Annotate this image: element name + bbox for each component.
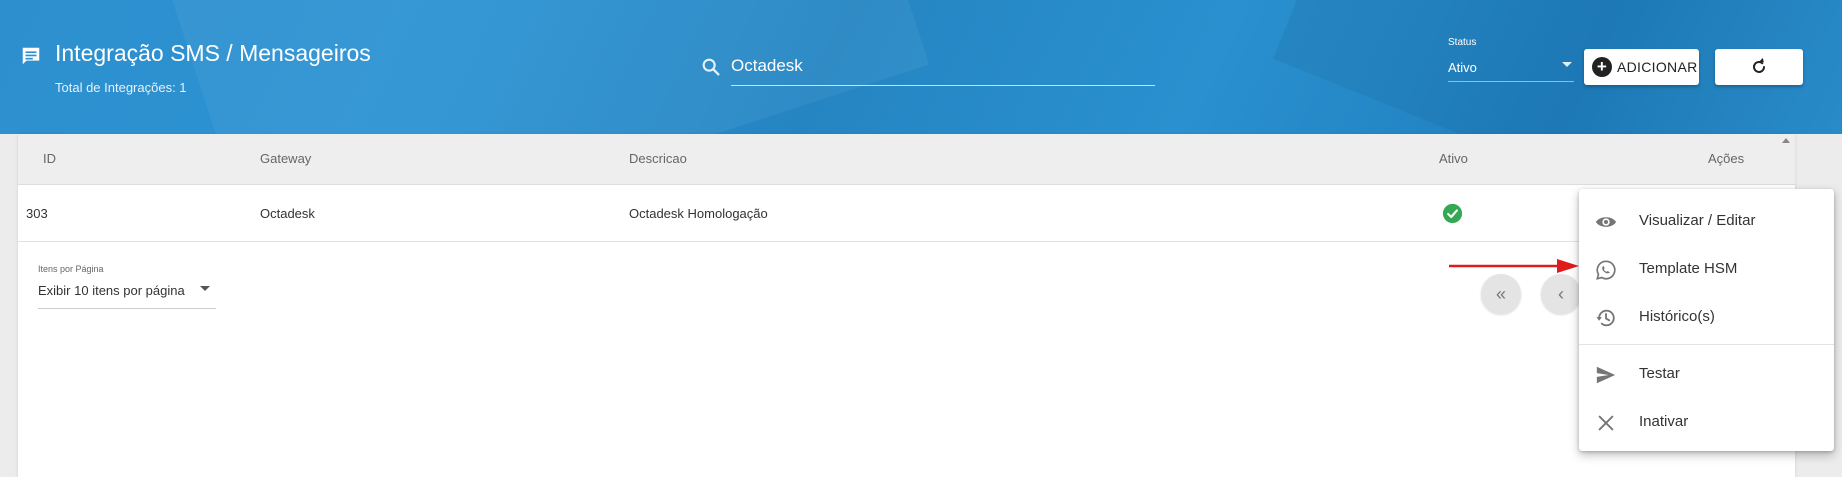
cell-gateway: Octadesk (260, 206, 315, 221)
red-arrow-annotation (1449, 259, 1579, 273)
column-header-gateway[interactable]: Gateway (260, 151, 311, 166)
eye-icon (1595, 217, 1617, 227)
menu-item-label: Visualizar / Editar (1639, 212, 1756, 229)
column-header-ativo[interactable]: Ativo (1439, 151, 1468, 166)
send-icon (1596, 366, 1616, 384)
cell-id: 303 (26, 206, 48, 221)
items-per-page-select[interactable]: Itens por Página Exibir 10 itens por pág… (38, 264, 216, 309)
menu-item-test[interactable]: Testar (1579, 351, 1834, 399)
table-row[interactable]: 303 Octadesk Octadesk Homologação (18, 185, 1795, 242)
first-page-button[interactable]: « (1481, 274, 1521, 314)
chevron-left-icon: ‹ (1558, 283, 1564, 304)
double-chevron-left-icon: « (1495, 283, 1506, 304)
table-header: ID Gateway Descricao Ativo Ações (18, 134, 1795, 185)
scroll-up-arrow[interactable] (1782, 138, 1790, 143)
status-select[interactable]: Status Ativo (1448, 37, 1574, 82)
add-button[interactable]: + ADICIONAR (1584, 49, 1699, 85)
menu-item-history[interactable]: Histórico(s) (1579, 294, 1834, 342)
integrations-card: ID Gateway Descricao Ativo Ações 303 Oct… (18, 134, 1795, 477)
chevron-down-icon (200, 286, 210, 291)
column-header-acoes: Ações (1708, 151, 1745, 166)
menu-item-view-edit[interactable]: Visualizar / Editar (1579, 198, 1834, 246)
cell-descricao: Octadesk Homologação (629, 206, 768, 221)
status-value: Ativo (1448, 60, 1477, 75)
history-icon (1596, 309, 1615, 327)
menu-item-label: Testar (1639, 365, 1680, 382)
search-input[interactable] (731, 52, 1155, 86)
column-header-id[interactable]: ID (43, 151, 56, 166)
column-header-descricao[interactable]: Descricao (629, 151, 687, 166)
search-icon[interactable] (700, 56, 722, 78)
menu-item-label: Template HSM (1639, 260, 1738, 277)
previous-page-button[interactable]: ‹ (1541, 274, 1581, 314)
refresh-icon (1753, 58, 1765, 73)
refresh-button[interactable] (1715, 49, 1803, 85)
whatsapp-icon (1596, 260, 1616, 280)
menu-item-template-hsm[interactable]: Template HSM (1579, 246, 1834, 294)
page-title: Integração SMS / Mensageiros (55, 40, 371, 66)
chevron-down-icon (1562, 62, 1572, 67)
menu-divider (1579, 344, 1834, 345)
menu-item-deactivate[interactable]: Inativar (1579, 399, 1834, 447)
items-per-page-value: Exibir 10 itens por página (38, 283, 185, 298)
message-icon (22, 47, 40, 65)
status-label: Status (1448, 37, 1477, 48)
close-icon (1598, 415, 1614, 431)
menu-item-label: Histórico(s) (1639, 308, 1715, 325)
menu-item-label: Inativar (1639, 413, 1689, 430)
integration-count: Total de Integrações: 1 (55, 80, 187, 95)
row-actions-menu: Visualizar / Editar Template HSM Históri… (1579, 189, 1834, 451)
items-per-page-label: Itens por Página (38, 264, 104, 274)
check-circle-icon (1442, 203, 1463, 224)
add-button-label: ADICIONAR (1617, 59, 1698, 75)
search-bar (700, 52, 1155, 87)
plus-circle-icon: + (1592, 57, 1612, 77)
